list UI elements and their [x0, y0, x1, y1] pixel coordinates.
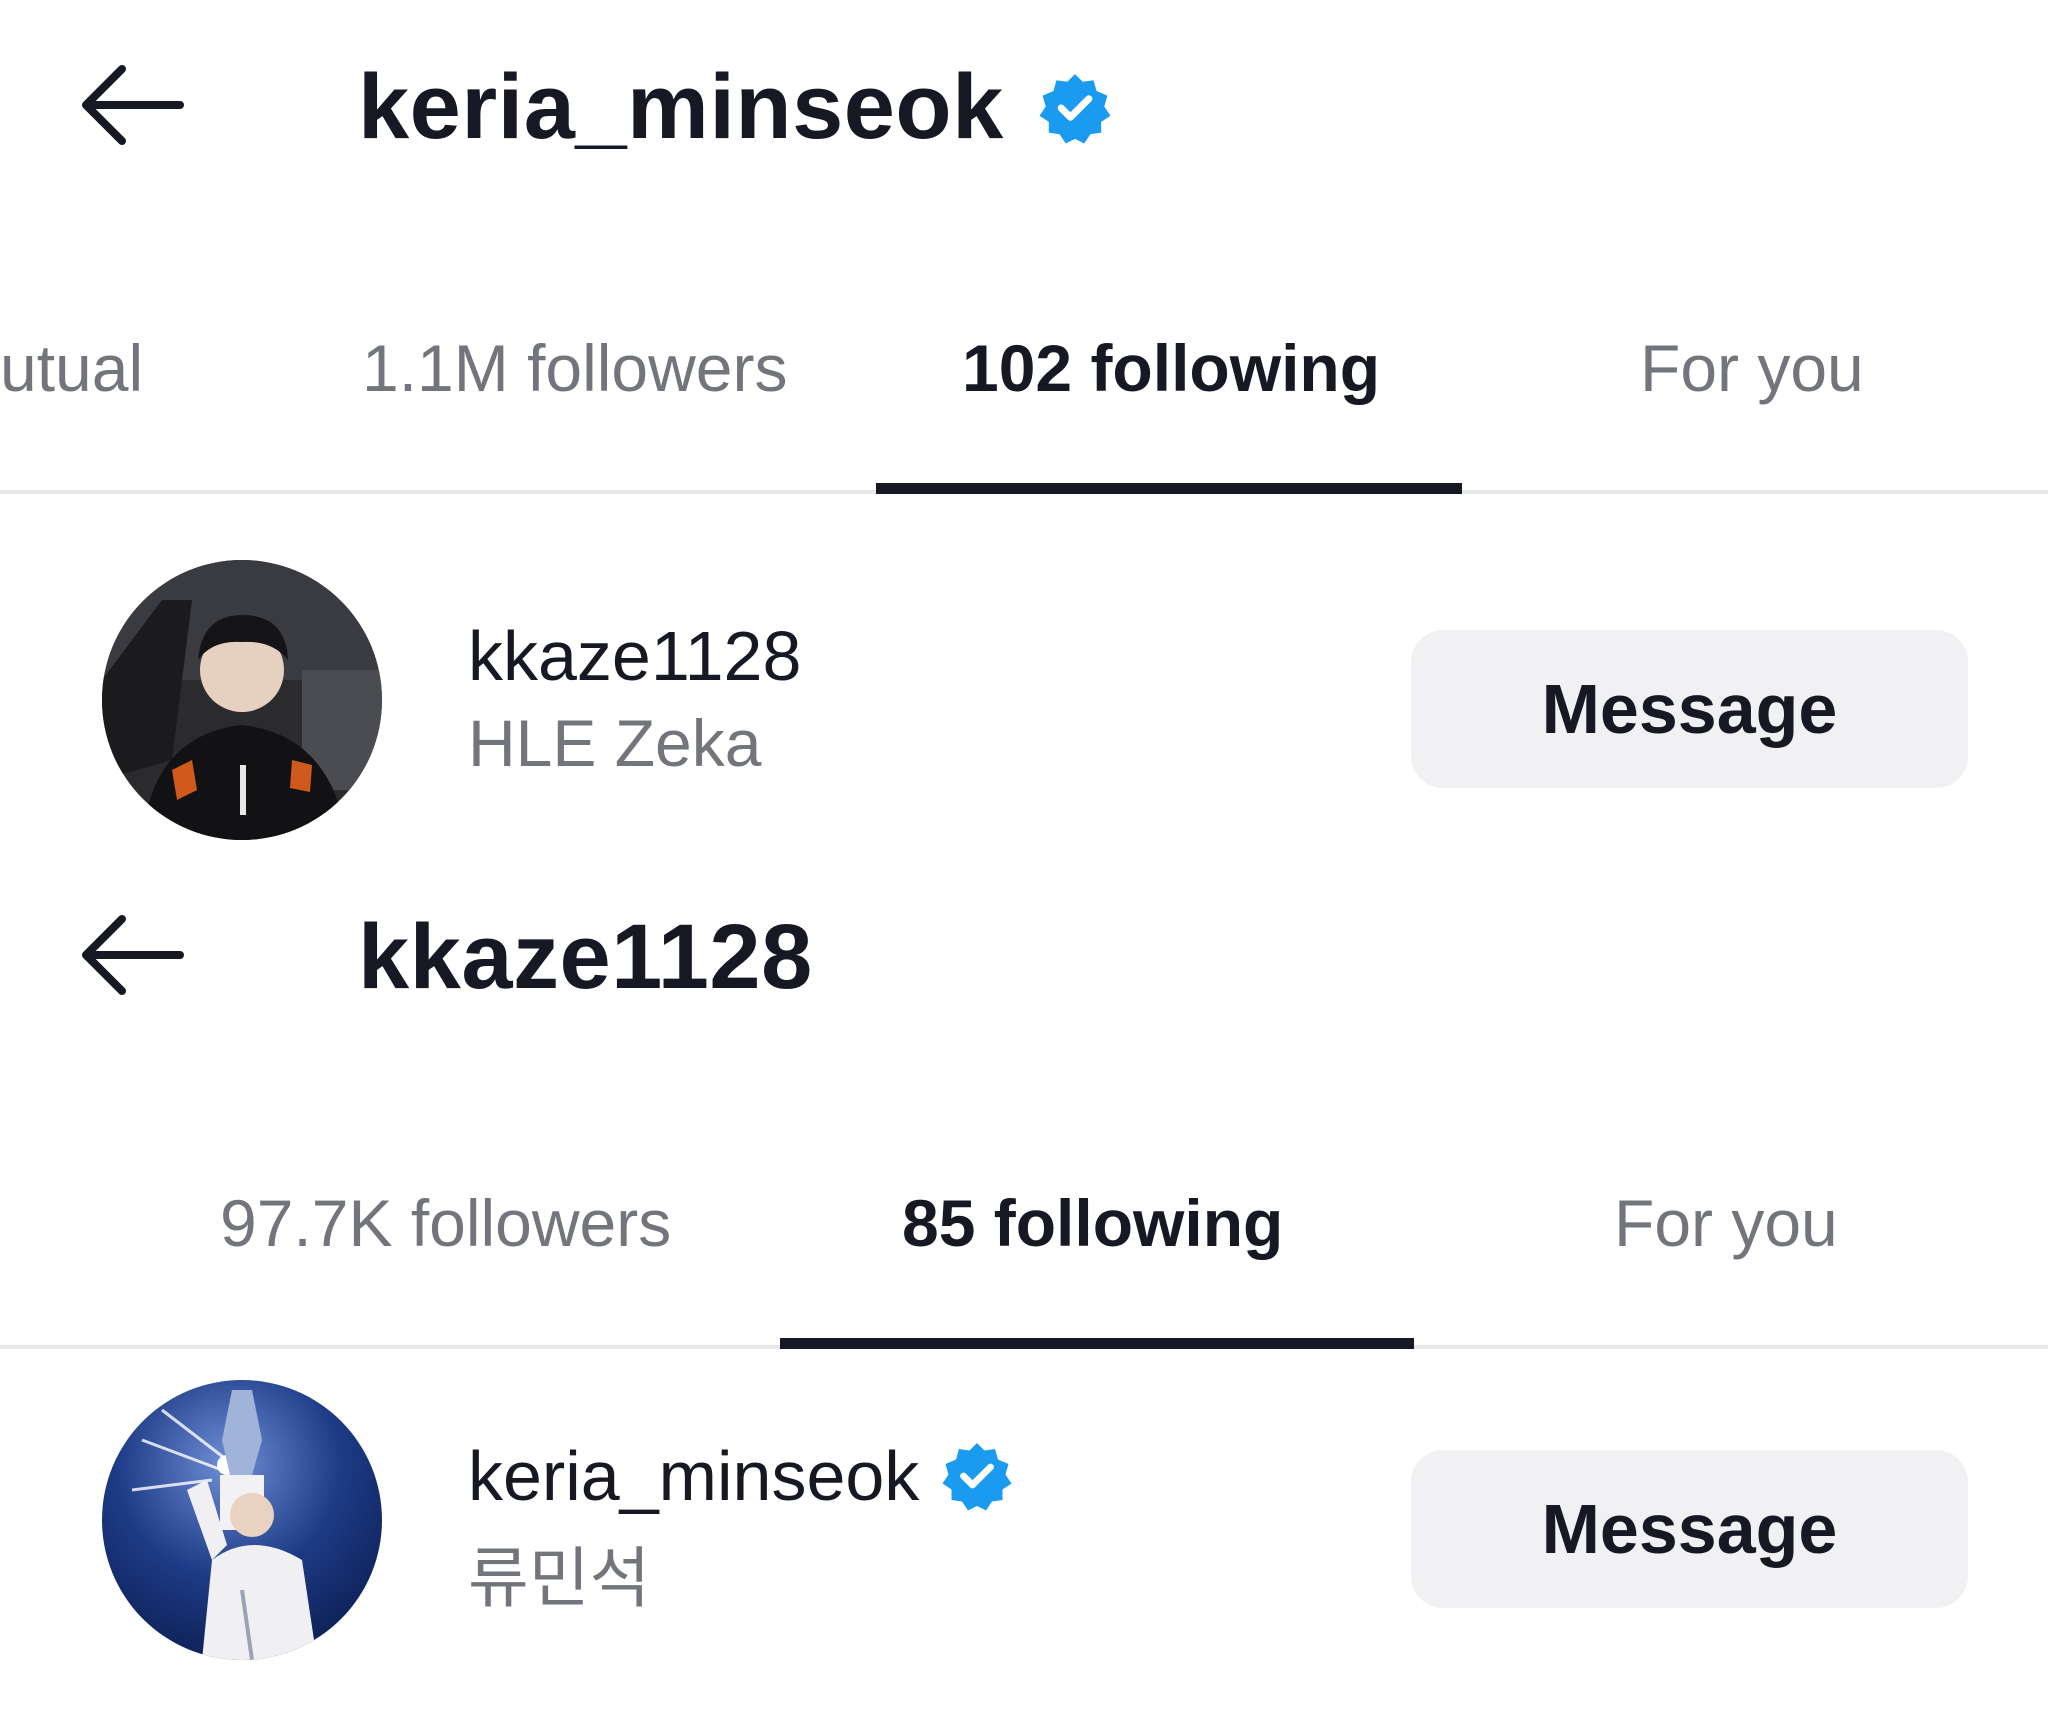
tab-following[interactable]: 102 following: [962, 330, 1380, 406]
following-screen-keria: keria_minseok utual 1.1M followers 102 f…: [0, 0, 2048, 860]
tab-for-you[interactable]: For you: [1614, 1185, 1838, 1261]
tab-bar: 97.7K followers 85 following For you: [0, 1150, 2048, 1349]
back-button[interactable]: [72, 55, 212, 175]
username-text: keria_minseok: [468, 1437, 920, 1515]
list-item[interactable]: keria_minseok 류민석 Message: [0, 1380, 2048, 1670]
page-title-text: keria_minseok: [358, 56, 1004, 158]
arrow-left-icon: [82, 915, 184, 995]
arrow-left-icon: [82, 65, 184, 145]
message-button[interactable]: Message: [1411, 630, 1968, 788]
verified-badge-icon: [941, 1440, 1013, 1512]
page-header: keria_minseok: [0, 0, 2048, 230]
following-screen-kkaze: kkaze1128 97.7K followers 85 following F…: [0, 855, 2048, 1722]
tab-for-you[interactable]: For you: [1640, 330, 1864, 406]
tab-mutual[interactable]: utual: [0, 330, 143, 406]
active-tab-indicator: [876, 483, 1462, 494]
active-tab-indicator: [780, 1338, 1414, 1349]
tab-followers[interactable]: 97.7K followers: [220, 1185, 671, 1261]
tab-bar: utual 1.1M followers 102 following For y…: [0, 300, 2048, 494]
avatar[interactable]: [102, 560, 382, 840]
message-button[interactable]: Message: [1411, 1450, 1968, 1608]
display-name: HLE Zeka: [468, 706, 762, 780]
verified-badge-icon: [1038, 71, 1112, 145]
tab-followers[interactable]: 1.1M followers: [362, 330, 788, 406]
tab-following[interactable]: 85 following: [902, 1185, 1283, 1261]
display-name: 류민석: [468, 1541, 651, 1615]
page-title: kkaze1128: [358, 906, 813, 1008]
back-button[interactable]: [72, 905, 212, 1025]
username-text: kkaze1128: [468, 617, 802, 695]
page-title: keria_minseok: [358, 55, 1112, 160]
username[interactable]: keria_minseok: [468, 1436, 1013, 1516]
username[interactable]: kkaze1128: [468, 616, 801, 696]
profile-photo-icon: [102, 560, 382, 840]
avatar[interactable]: [102, 1380, 382, 1660]
profile-photo-icon: [102, 1380, 382, 1660]
list-item[interactable]: kkaze1128 HLE Zeka Message: [0, 560, 2048, 850]
page-header: kkaze1128: [0, 855, 2048, 1085]
